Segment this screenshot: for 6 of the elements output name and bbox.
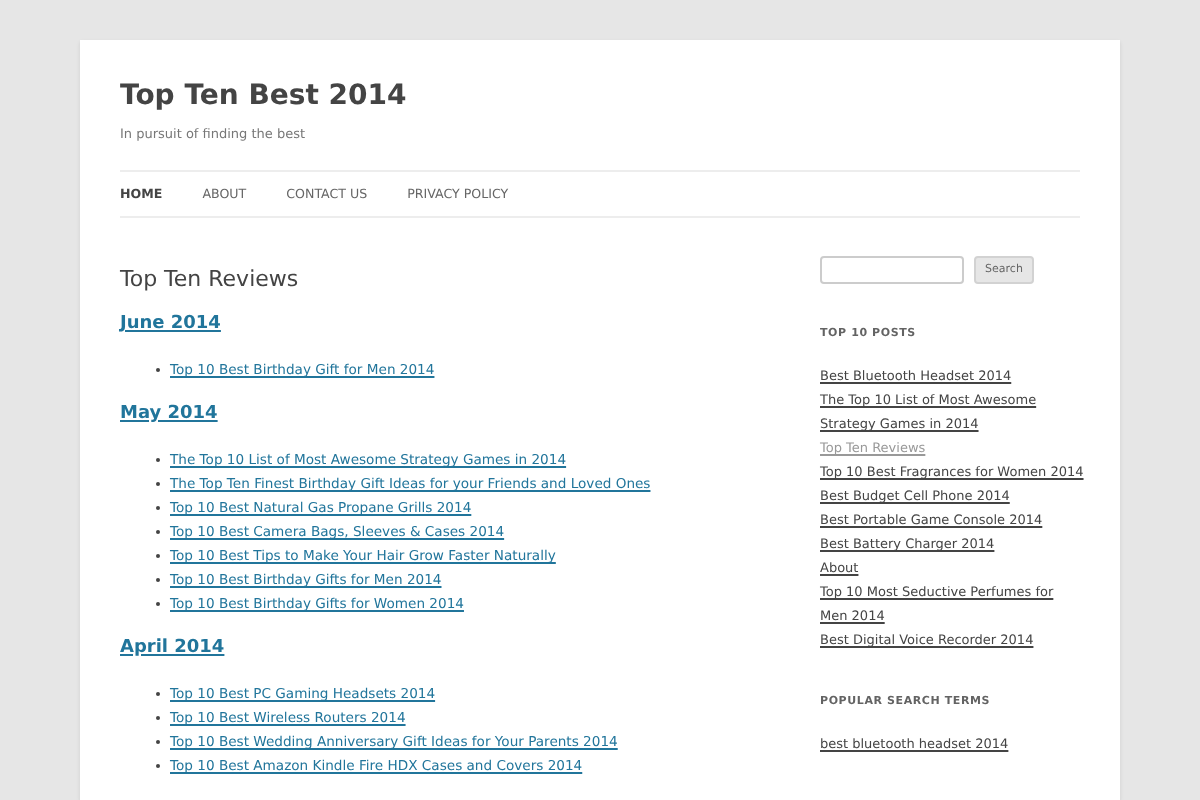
- month-heading-link[interactable]: May 2014: [120, 404, 218, 424]
- month-heading-link[interactable]: April 2014: [120, 638, 225, 658]
- search-field[interactable]: [820, 256, 964, 284]
- page-title: Top Ten Reviews: [120, 266, 301, 292]
- month-heading-link[interactable]: June 2014: [120, 314, 221, 334]
- site-title[interactable]: Top Ten Best 2014: [120, 40, 1080, 114]
